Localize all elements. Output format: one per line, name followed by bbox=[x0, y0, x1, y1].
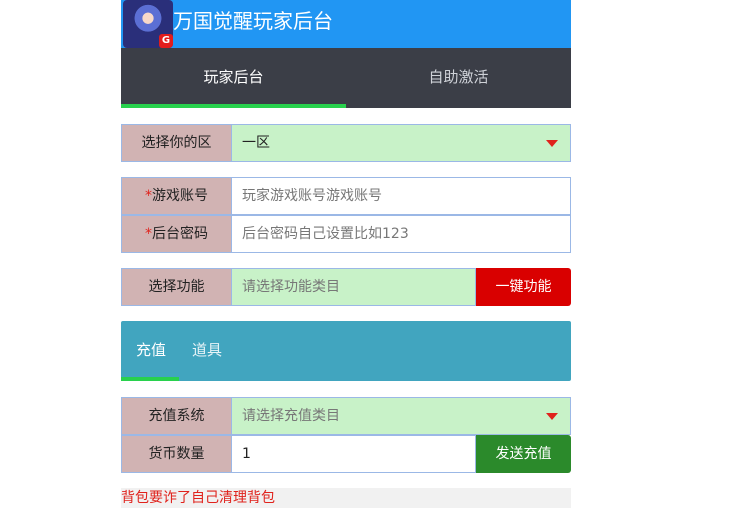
amount-row: 货币数量 1 发送充值 bbox=[121, 435, 571, 473]
amount-label: 货币数量 bbox=[121, 435, 232, 473]
zone-row: 选择你的区 一区 bbox=[121, 124, 571, 162]
required-mark: * bbox=[145, 226, 152, 242]
required-mark: * bbox=[145, 188, 152, 204]
password-placeholder: 后台密码自己设置比如123 bbox=[242, 226, 409, 242]
password-row: *后台密码 后台密码自己设置比如123 bbox=[121, 215, 571, 253]
active-tab-indicator bbox=[121, 104, 346, 108]
function-select[interactable]: 请选择功能类目 bbox=[232, 268, 476, 306]
zone-selected-value: 一区 bbox=[242, 135, 270, 151]
password-input[interactable]: 后台密码自己设置比如123 bbox=[232, 215, 571, 253]
header: G 万国觉醒玩家后台 bbox=[121, 0, 571, 48]
password-label: *后台密码 bbox=[121, 215, 232, 253]
function-placeholder: 请选择功能类目 bbox=[242, 279, 340, 295]
tab-items[interactable]: 道具 bbox=[192, 321, 222, 379]
amount-value: 1 bbox=[242, 446, 251, 462]
tab-self-activation[interactable]: 自助激活 bbox=[346, 48, 571, 108]
password-label-text: 后台密码 bbox=[152, 226, 208, 242]
active-subtab-indicator bbox=[121, 377, 179, 381]
sub-tabs: 充值 道具 bbox=[121, 321, 571, 381]
send-recharge-button[interactable]: 发送充值 bbox=[476, 435, 571, 473]
tab-player-backend[interactable]: 玩家后台 bbox=[121, 48, 346, 108]
recharge-system-row: 充值系统 请选择充值类目 bbox=[121, 397, 571, 435]
account-label: *游戏账号 bbox=[121, 177, 232, 215]
recharge-system-select[interactable]: 请选择充值类目 bbox=[232, 397, 571, 435]
dropdown-arrow-icon bbox=[546, 140, 558, 147]
account-row: *游戏账号 玩家游戏账号游戏账号 bbox=[121, 177, 571, 215]
one-click-function-button[interactable]: 一键功能 bbox=[476, 268, 571, 306]
main-tabs: 玩家后台 自助激活 bbox=[121, 48, 571, 108]
tab-recharge[interactable]: 充值 bbox=[136, 321, 166, 379]
amount-input[interactable]: 1 bbox=[232, 435, 476, 473]
account-placeholder: 玩家游戏账号游戏账号 bbox=[242, 188, 382, 204]
page-title: 万国觉醒玩家后台 bbox=[173, 9, 333, 33]
notice-text: 背包要诈了自己清理背包 bbox=[121, 488, 571, 508]
game-logo-icon: G bbox=[123, 0, 173, 48]
recharge-system-placeholder: 请选择充值类目 bbox=[242, 408, 340, 424]
function-row: 选择功能 请选择功能类目 一键功能 bbox=[121, 268, 571, 306]
logo-badge: G bbox=[159, 34, 173, 48]
account-label-text: 游戏账号 bbox=[152, 188, 208, 204]
account-input[interactable]: 玩家游戏账号游戏账号 bbox=[232, 177, 571, 215]
dropdown-arrow-icon bbox=[546, 413, 558, 420]
recharge-system-label: 充值系统 bbox=[121, 397, 232, 435]
app: G 万国觉醒玩家后台 玩家后台 自助激活 选择你的区 一区 *游戏账号 玩家游戏… bbox=[121, 0, 571, 508]
function-label: 选择功能 bbox=[121, 268, 232, 306]
zone-label: 选择你的区 bbox=[121, 124, 232, 162]
zone-select[interactable]: 一区 bbox=[232, 124, 571, 162]
